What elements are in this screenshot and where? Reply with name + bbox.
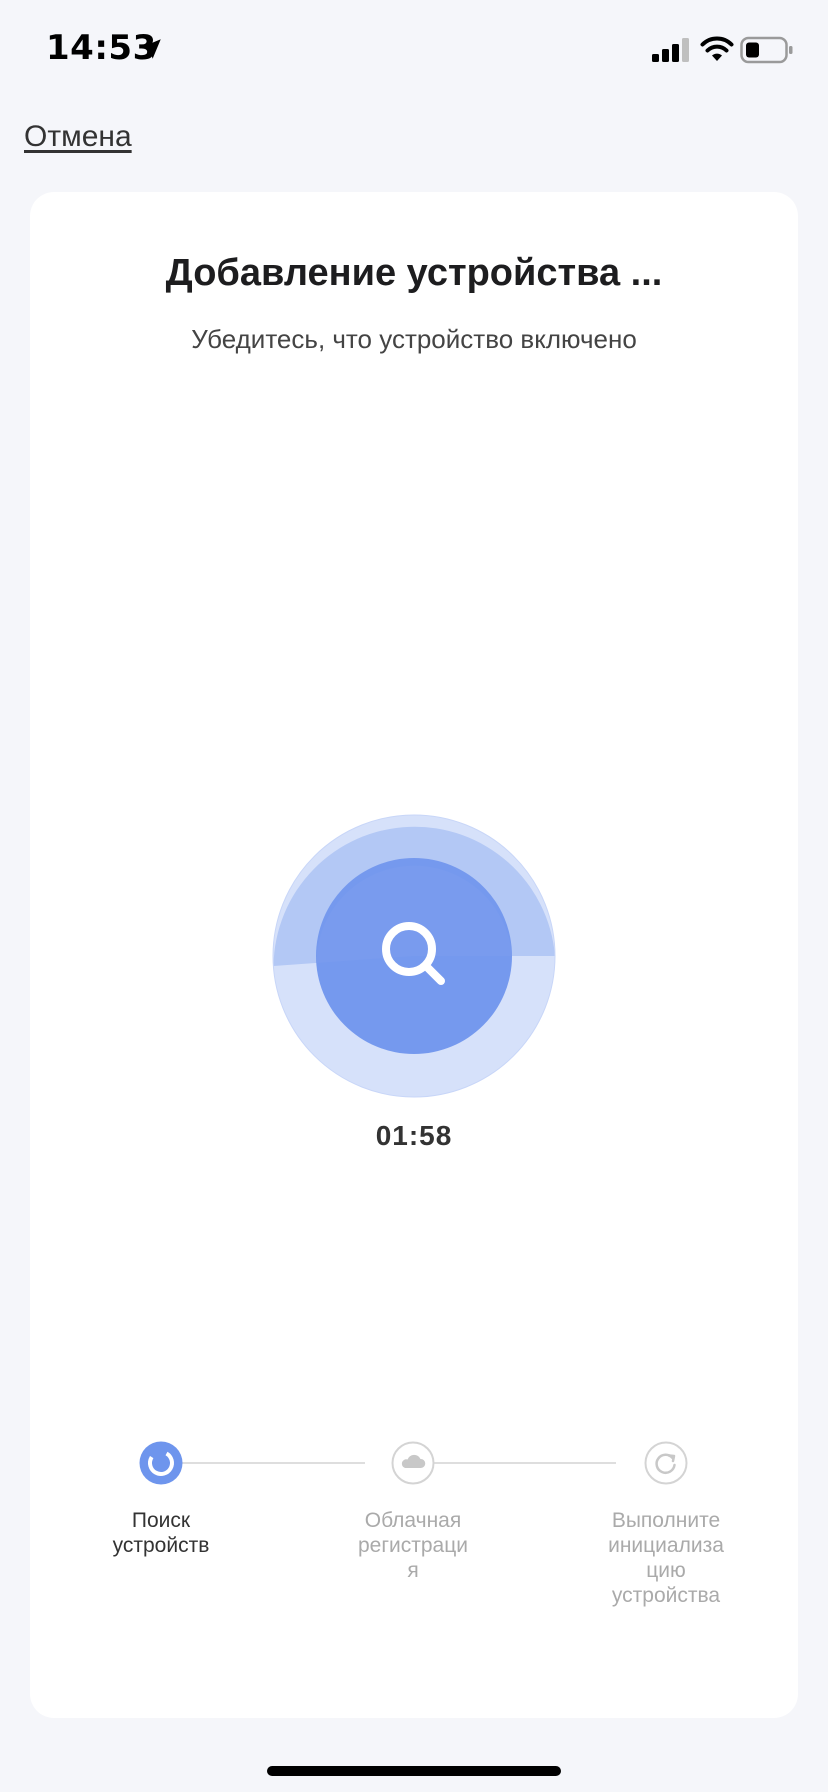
step-connector	[165, 1462, 365, 1464]
step-connector	[418, 1462, 616, 1464]
step-label-cloud-registration: Облачная регистраци я	[358, 1509, 468, 1582]
search-radar	[272, 814, 556, 1098]
cloud-icon	[391, 1441, 435, 1485]
refresh-icon	[644, 1441, 688, 1485]
step-label-device-init: Выполните инициализа цию устройства	[608, 1509, 724, 1607]
countdown-timer: 01:58	[375, 1120, 453, 1151]
home-indicator	[267, 1766, 561, 1776]
page-subtitle: Убедитесь, что устройство включено	[191, 324, 637, 354]
location-arrow-icon	[141, 39, 161, 59]
wifi-icon	[700, 36, 734, 61]
status-bar: 14:53	[0, 0, 828, 100]
step-label-device-search: Поиск устройств	[112, 1509, 210, 1557]
cancel-button[interactable]: Отмена	[24, 120, 132, 154]
cellular-signal-icon	[652, 38, 689, 62]
loading-icon	[139, 1441, 183, 1485]
page-title: Добавление устройства ...	[165, 252, 663, 294]
battery-icon	[740, 36, 793, 64]
add-device-card: Добавление устройства ... Убедитесь, что…	[30, 192, 798, 1718]
